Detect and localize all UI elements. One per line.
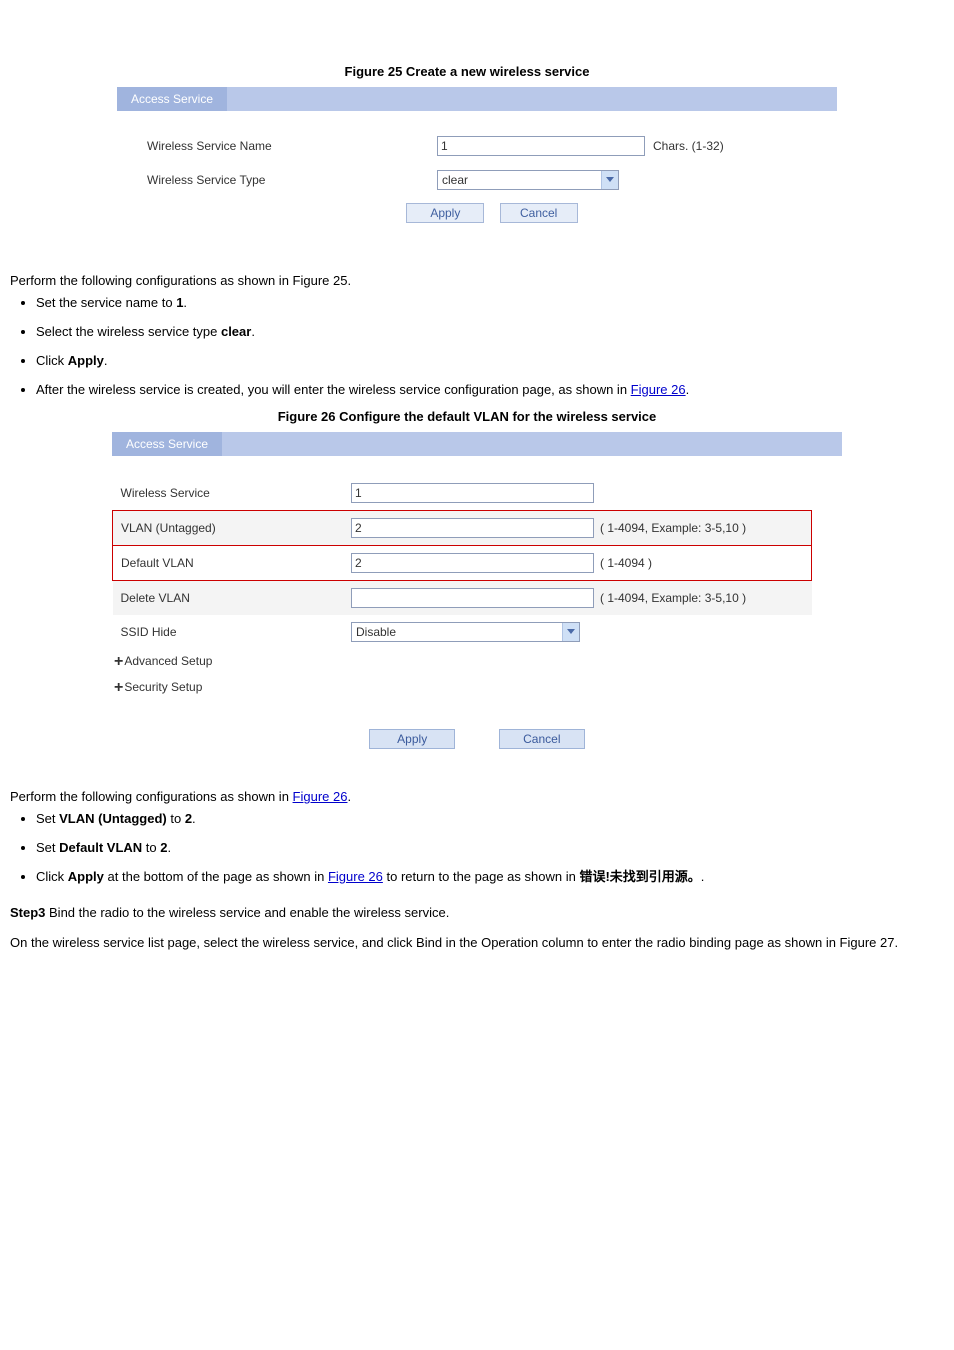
chevron-down-icon	[601, 171, 618, 189]
step26-item-2: Set Default VLAN to 2.	[36, 839, 924, 858]
step2-item-3: Click Apply.	[36, 352, 924, 371]
figure25-screenshot: Access Service Wireless Service Name Cha…	[117, 87, 837, 243]
figure26-link[interactable]: Figure 26	[293, 789, 348, 804]
delete-vlan-label: Delete VLAN	[113, 581, 352, 616]
wireless-service-type-select[interactable]: clear	[437, 170, 619, 190]
apply-button[interactable]: Apply	[406, 203, 484, 223]
ssid-hide-value: Disable	[352, 623, 562, 641]
wireless-service-input[interactable]	[351, 483, 594, 503]
vlan-untagged-label: VLAN (Untagged)	[113, 511, 352, 546]
step2-item-1: Set the service name to 1.	[36, 294, 924, 313]
wireless-service-label: Wireless Service	[113, 476, 352, 511]
step2-item-2: Select the wireless service type clear.	[36, 323, 924, 342]
wireless-service-type-label: Wireless Service Type	[147, 173, 437, 187]
step26-item-3: Click Apply at the bottom of the page as…	[36, 868, 924, 887]
delete-vlan-input[interactable]	[351, 588, 594, 608]
default-vlan-hint: ( 1-4094 )	[596, 546, 812, 581]
ssid-hide-label: SSID Hide	[113, 615, 352, 649]
figure26-link[interactable]: Figure 26	[631, 382, 686, 397]
delete-vlan-hint: ( 1-4094, Example: 3-5,10 )	[596, 581, 812, 616]
step3-paragraph: On the wireless service list page, selec…	[10, 933, 924, 953]
figure26-caption: Figure 26 Configure the default VLAN for…	[10, 409, 924, 424]
figure26-tab: Access Service	[112, 432, 222, 456]
cancel-button[interactable]: Cancel	[499, 729, 585, 749]
advanced-setup-toggle[interactable]: +Advanced Setup	[112, 649, 842, 675]
security-setup-toggle[interactable]: +Security Setup	[112, 675, 842, 701]
figure25-header-bar: Access Service	[117, 87, 837, 111]
wireless-service-name-input[interactable]	[437, 136, 645, 156]
plus-icon: +	[114, 679, 123, 696]
wireless-service-name-hint: Chars. (1-32)	[653, 139, 724, 153]
chevron-down-icon	[562, 623, 579, 641]
vlan-untagged-hint: ( 1-4094, Example: 3-5,10 )	[596, 511, 812, 546]
default-vlan-input[interactable]	[351, 553, 594, 573]
figure26-header-bar: Access Service	[112, 432, 842, 456]
figure25-caption: Figure 25 Create a new wireless service	[10, 64, 924, 79]
step2-item-4: After the wireless service is created, y…	[36, 381, 924, 400]
apply-button[interactable]: Apply	[369, 729, 455, 749]
plus-icon: +	[114, 653, 123, 670]
ssid-hide-select[interactable]: Disable	[351, 622, 580, 642]
vlan-untagged-input[interactable]	[351, 518, 594, 538]
step26-item-1: Set VLAN (Untagged) to 2.	[36, 810, 924, 829]
cancel-button[interactable]: Cancel	[500, 203, 578, 223]
figure25-tab: Access Service	[117, 87, 227, 111]
figure26-link[interactable]: Figure 26	[328, 869, 383, 884]
default-vlan-label: Default VLAN	[113, 546, 352, 581]
step26-intro: Perform the following configurations as …	[10, 789, 924, 804]
wireless-service-type-value: clear	[438, 171, 601, 189]
step2-intro: Perform the following configurations as …	[10, 273, 924, 288]
step3-heading: Step3 Bind the radio to the wireless ser…	[10, 905, 924, 920]
figure26-screenshot: Access Service Wireless Service VLAN (Un…	[112, 432, 842, 759]
wireless-service-name-label: Wireless Service Name	[147, 139, 437, 153]
